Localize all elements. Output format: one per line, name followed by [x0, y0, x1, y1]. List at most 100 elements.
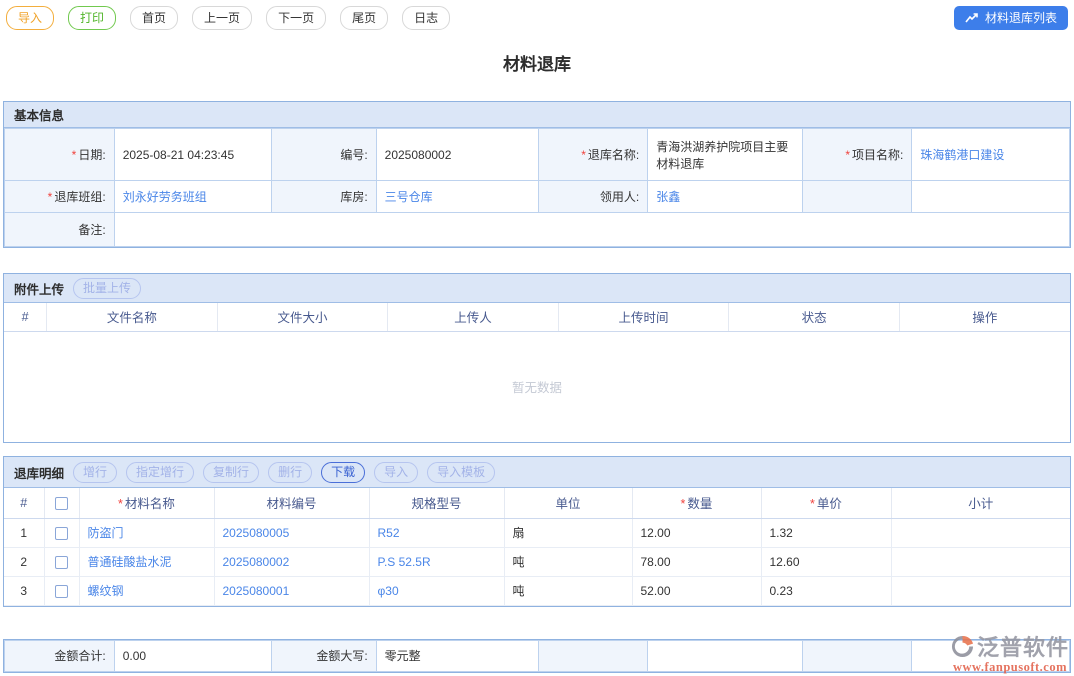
material-name-link[interactable]: 普通硅酸盐水泥 [88, 555, 172, 569]
material-code-cell: 2025080002 [214, 547, 369, 576]
price-cell[interactable]: 0.23 [761, 576, 891, 605]
spec-cell: φ30 [369, 576, 504, 605]
date-field[interactable]: 2025-08-21 04:23:45 [114, 129, 272, 181]
det-col-index: # [4, 488, 44, 518]
attachments-title: 附件上传 [14, 279, 64, 298]
det-col-subtotal: 小计 [891, 488, 1070, 518]
summary-section: 金额合计: 0.00 金额大写: 零元整 [3, 639, 1071, 673]
date-label-cell: *日期: [5, 129, 115, 181]
att-col-upload-time: 上传时间 [558, 303, 729, 331]
subtotal-cell [891, 576, 1070, 605]
att-col-actions: 操作 [899, 303, 1070, 331]
material-name-cell: 普通硅酸盐水泥 [79, 547, 214, 576]
list-button-label: 材料退库列表 [985, 11, 1057, 25]
unit-cell: 扇 [504, 518, 632, 547]
recipient-link[interactable]: 张鑫 [656, 190, 680, 204]
material-code-link[interactable]: 2025080005 [223, 526, 290, 540]
spec-cell: R52 [369, 518, 504, 547]
detail-title: 退库明细 [14, 463, 64, 482]
import-template-button[interactable]: 导入模板 [427, 462, 495, 483]
spec-link[interactable]: R52 [378, 526, 400, 540]
team-field[interactable]: 刘永好劳务班组 [114, 181, 272, 213]
spec-link[interactable]: P.S 52.5R [378, 555, 431, 569]
delete-row-button[interactable]: 删行 [268, 462, 312, 483]
summary-empty-field-1 [648, 640, 802, 671]
page-title: 材料退库 [0, 55, 1074, 75]
prev-page-button[interactable]: 上一页 [192, 6, 252, 30]
material-name-link[interactable]: 防盗门 [88, 526, 124, 540]
basic-info-header: 基本信息 [4, 102, 1070, 128]
print-button[interactable]: 打印 [68, 6, 116, 30]
attachments-empty-row: 暂无数据 [4, 331, 1070, 442]
subtotal-cell [891, 547, 1070, 576]
insert-row-button[interactable]: 指定增行 [126, 462, 194, 483]
det-col-select [44, 488, 79, 518]
warehouse-field[interactable]: 三号仓库 [376, 181, 538, 213]
detail-row: 1 防盗门 2025080005 R52 扇 12.00 1.32 [4, 518, 1070, 547]
return-name-label-cell: *退库名称: [538, 129, 648, 181]
row-checkbox[interactable] [55, 585, 68, 598]
remark-label-cell: 备注: [5, 213, 115, 247]
recipient-field[interactable]: 张鑫 [648, 181, 802, 213]
row-select-cell [44, 518, 79, 547]
price-cell[interactable]: 12.60 [761, 547, 891, 576]
add-row-button[interactable]: 增行 [73, 462, 117, 483]
row-checkbox[interactable] [55, 527, 68, 540]
spec-link[interactable]: φ30 [378, 584, 399, 598]
attachments-section: 附件上传 批量上传 # 文件名称 文件大小 上传人 上传时间 状态 操作 暂无数… [3, 273, 1071, 443]
det-col-price: *单价 [761, 488, 891, 518]
warehouse-label-cell: 库房: [272, 181, 376, 213]
return-name-field[interactable]: 青海洪湖养护院项目主要材料退库 [648, 129, 802, 181]
material-name-cell: 螺纹钢 [79, 576, 214, 605]
download-button[interactable]: 下载 [321, 462, 365, 483]
att-col-uploader: 上传人 [388, 303, 559, 331]
spec-cell: P.S 52.5R [369, 547, 504, 576]
next-page-button[interactable]: 下一页 [266, 6, 326, 30]
unit-cell: 吨 [504, 547, 632, 576]
trend-icon [965, 12, 979, 24]
att-col-file-size: 文件大小 [217, 303, 388, 331]
material-code-link[interactable]: 2025080002 [223, 555, 290, 569]
copy-row-button[interactable]: 复制行 [203, 462, 259, 483]
summary-table: 金额合计: 0.00 金额大写: 零元整 [4, 640, 1070, 672]
import-button[interactable]: 导入 [6, 6, 54, 30]
last-page-button[interactable]: 尾页 [340, 6, 388, 30]
material-code-link[interactable]: 2025080001 [223, 584, 290, 598]
basic-info-title: 基本信息 [14, 105, 64, 124]
log-button[interactable]: 日志 [402, 6, 450, 30]
qty-cell[interactable]: 78.00 [632, 547, 761, 576]
row-index: 1 [4, 518, 44, 547]
detail-table: # *材料名称 材料编号 规格型号 单位 *数量 *单价 小计 1 防盗门 20… [4, 488, 1070, 606]
det-col-material-code: 材料编号 [214, 488, 369, 518]
basic-info-table: *日期: 2025-08-21 04:23:45 编号: 2025080002 … [4, 128, 1070, 247]
remark-field[interactable] [114, 213, 1069, 247]
summary-empty-label-2 [802, 640, 912, 671]
first-page-button[interactable]: 首页 [130, 6, 178, 30]
detail-row: 3 螺纹钢 2025080001 φ30 吨 52.00 0.23 [4, 576, 1070, 605]
select-all-checkbox[interactable] [55, 497, 68, 510]
qty-cell[interactable]: 12.00 [632, 518, 761, 547]
recipient-label-cell: 领用人: [538, 181, 648, 213]
subtotal-cell [891, 518, 1070, 547]
row-checkbox[interactable] [55, 556, 68, 569]
price-cell[interactable]: 1.32 [761, 518, 891, 547]
import-rows-button[interactable]: 导入 [374, 462, 418, 483]
project-label-cell: *项目名称: [802, 129, 912, 181]
attachments-table: # 文件名称 文件大小 上传人 上传时间 状态 操作 暂无数据 [4, 303, 1070, 442]
team-link[interactable]: 刘永好劳务班组 [123, 190, 207, 204]
qty-cell[interactable]: 52.00 [632, 576, 761, 605]
batch-upload-button[interactable]: 批量上传 [73, 278, 141, 299]
material-code-cell: 2025080001 [214, 576, 369, 605]
material-return-list-button[interactable]: 材料退库列表 [954, 6, 1068, 30]
code-field[interactable]: 2025080002 [376, 129, 538, 181]
att-col-index: # [4, 303, 47, 331]
att-col-file-name: 文件名称 [47, 303, 218, 331]
material-name-link[interactable]: 螺纹钢 [88, 584, 124, 598]
row-index: 3 [4, 576, 44, 605]
project-field[interactable]: 珠海鹤港口建设 [912, 129, 1070, 181]
project-link[interactable]: 珠海鹤港口建设 [920, 148, 1004, 162]
material-code-cell: 2025080005 [214, 518, 369, 547]
warehouse-link[interactable]: 三号仓库 [385, 190, 433, 204]
empty-field [912, 181, 1070, 213]
det-col-unit: 单位 [504, 488, 632, 518]
